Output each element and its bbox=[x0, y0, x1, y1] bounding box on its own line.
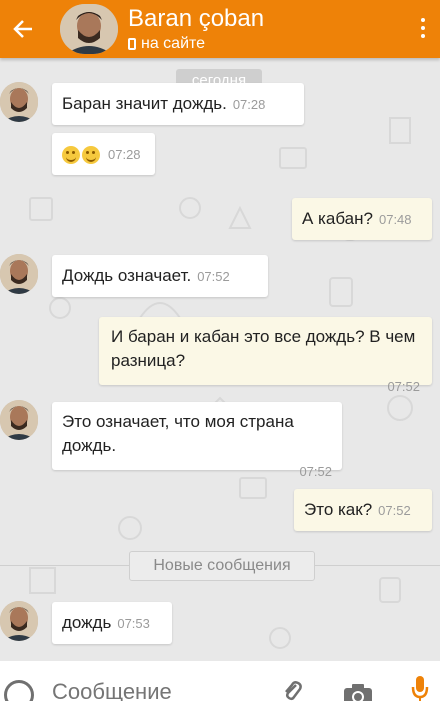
phone-icon bbox=[128, 38, 136, 50]
back-button[interactable] bbox=[0, 0, 46, 58]
contact-status: на сайте bbox=[128, 35, 264, 53]
message-list[interactable]: сегодня Баран значит дождь. 07:28 07:28 А… bbox=[0, 58, 440, 661]
arrow-left-icon bbox=[13, 20, 32, 38]
message-bubble[interactable]: дождь 07:53 bbox=[52, 602, 172, 644]
message-time: 07:52 bbox=[378, 503, 411, 518]
message-text: Это означает, что моя страна дождь. bbox=[62, 412, 294, 455]
sender-avatar[interactable] bbox=[0, 400, 38, 440]
message-bubble[interactable]: И баран и кабан это все дождь? В чем раз… bbox=[99, 317, 432, 394]
message-bubble[interactable]: Это как? 07:52 bbox=[294, 489, 432, 531]
contact-avatar[interactable] bbox=[60, 4, 118, 54]
message-text: дождь bbox=[62, 613, 112, 632]
paperclip-icon[interactable] bbox=[280, 679, 304, 701]
message-text: Дождь означает. bbox=[62, 266, 192, 285]
more-vertical-icon[interactable] bbox=[418, 14, 428, 44]
message-text: И баран и кабан это все дождь? В чем раз… bbox=[111, 327, 416, 370]
message-bubble[interactable]: 07:28 bbox=[52, 133, 155, 175]
message-time: 07:52 bbox=[197, 269, 230, 284]
status-text: на сайте bbox=[141, 35, 206, 52]
contact-name[interactable]: Baran çoban bbox=[128, 5, 264, 33]
smiling-face-icon bbox=[62, 145, 80, 164]
message-text: Это как? bbox=[304, 500, 373, 519]
message-bubble[interactable]: Баран значит дождь. 07:28 bbox=[52, 83, 304, 125]
message-time: 07:53 bbox=[117, 616, 150, 631]
sender-avatar[interactable] bbox=[0, 601, 38, 641]
camera-icon[interactable] bbox=[343, 683, 373, 701]
new-messages-label: Новые сообщения bbox=[129, 551, 315, 581]
message-time: 07:52 bbox=[299, 464, 332, 479]
sender-avatar[interactable] bbox=[0, 254, 38, 294]
message-bubble[interactable]: Дождь означает. 07:52 bbox=[52, 255, 268, 297]
message-time: 07:28 bbox=[232, 97, 266, 112]
message-time: 07:48 bbox=[378, 212, 412, 227]
message-bubble[interactable]: Это означает, что моя страна дождь. 07:5… bbox=[52, 402, 342, 479]
chat-header: Baran çoban на сайте bbox=[0, 0, 440, 58]
smile-icon[interactable] bbox=[4, 680, 34, 701]
message-text: Баран значит дождь. bbox=[62, 94, 227, 113]
composer-bar bbox=[0, 661, 440, 701]
message-input[interactable] bbox=[52, 679, 262, 701]
message-text: А кабан? bbox=[302, 209, 373, 228]
message-time: 07:52 bbox=[387, 379, 420, 394]
message-bubble[interactable]: А кабан? 07:48 bbox=[292, 198, 432, 240]
message-time: 07:28 bbox=[108, 147, 141, 162]
sender-avatar[interactable] bbox=[0, 82, 38, 122]
microphone-icon[interactable] bbox=[411, 675, 429, 701]
smiling-face-icon bbox=[82, 145, 100, 164]
